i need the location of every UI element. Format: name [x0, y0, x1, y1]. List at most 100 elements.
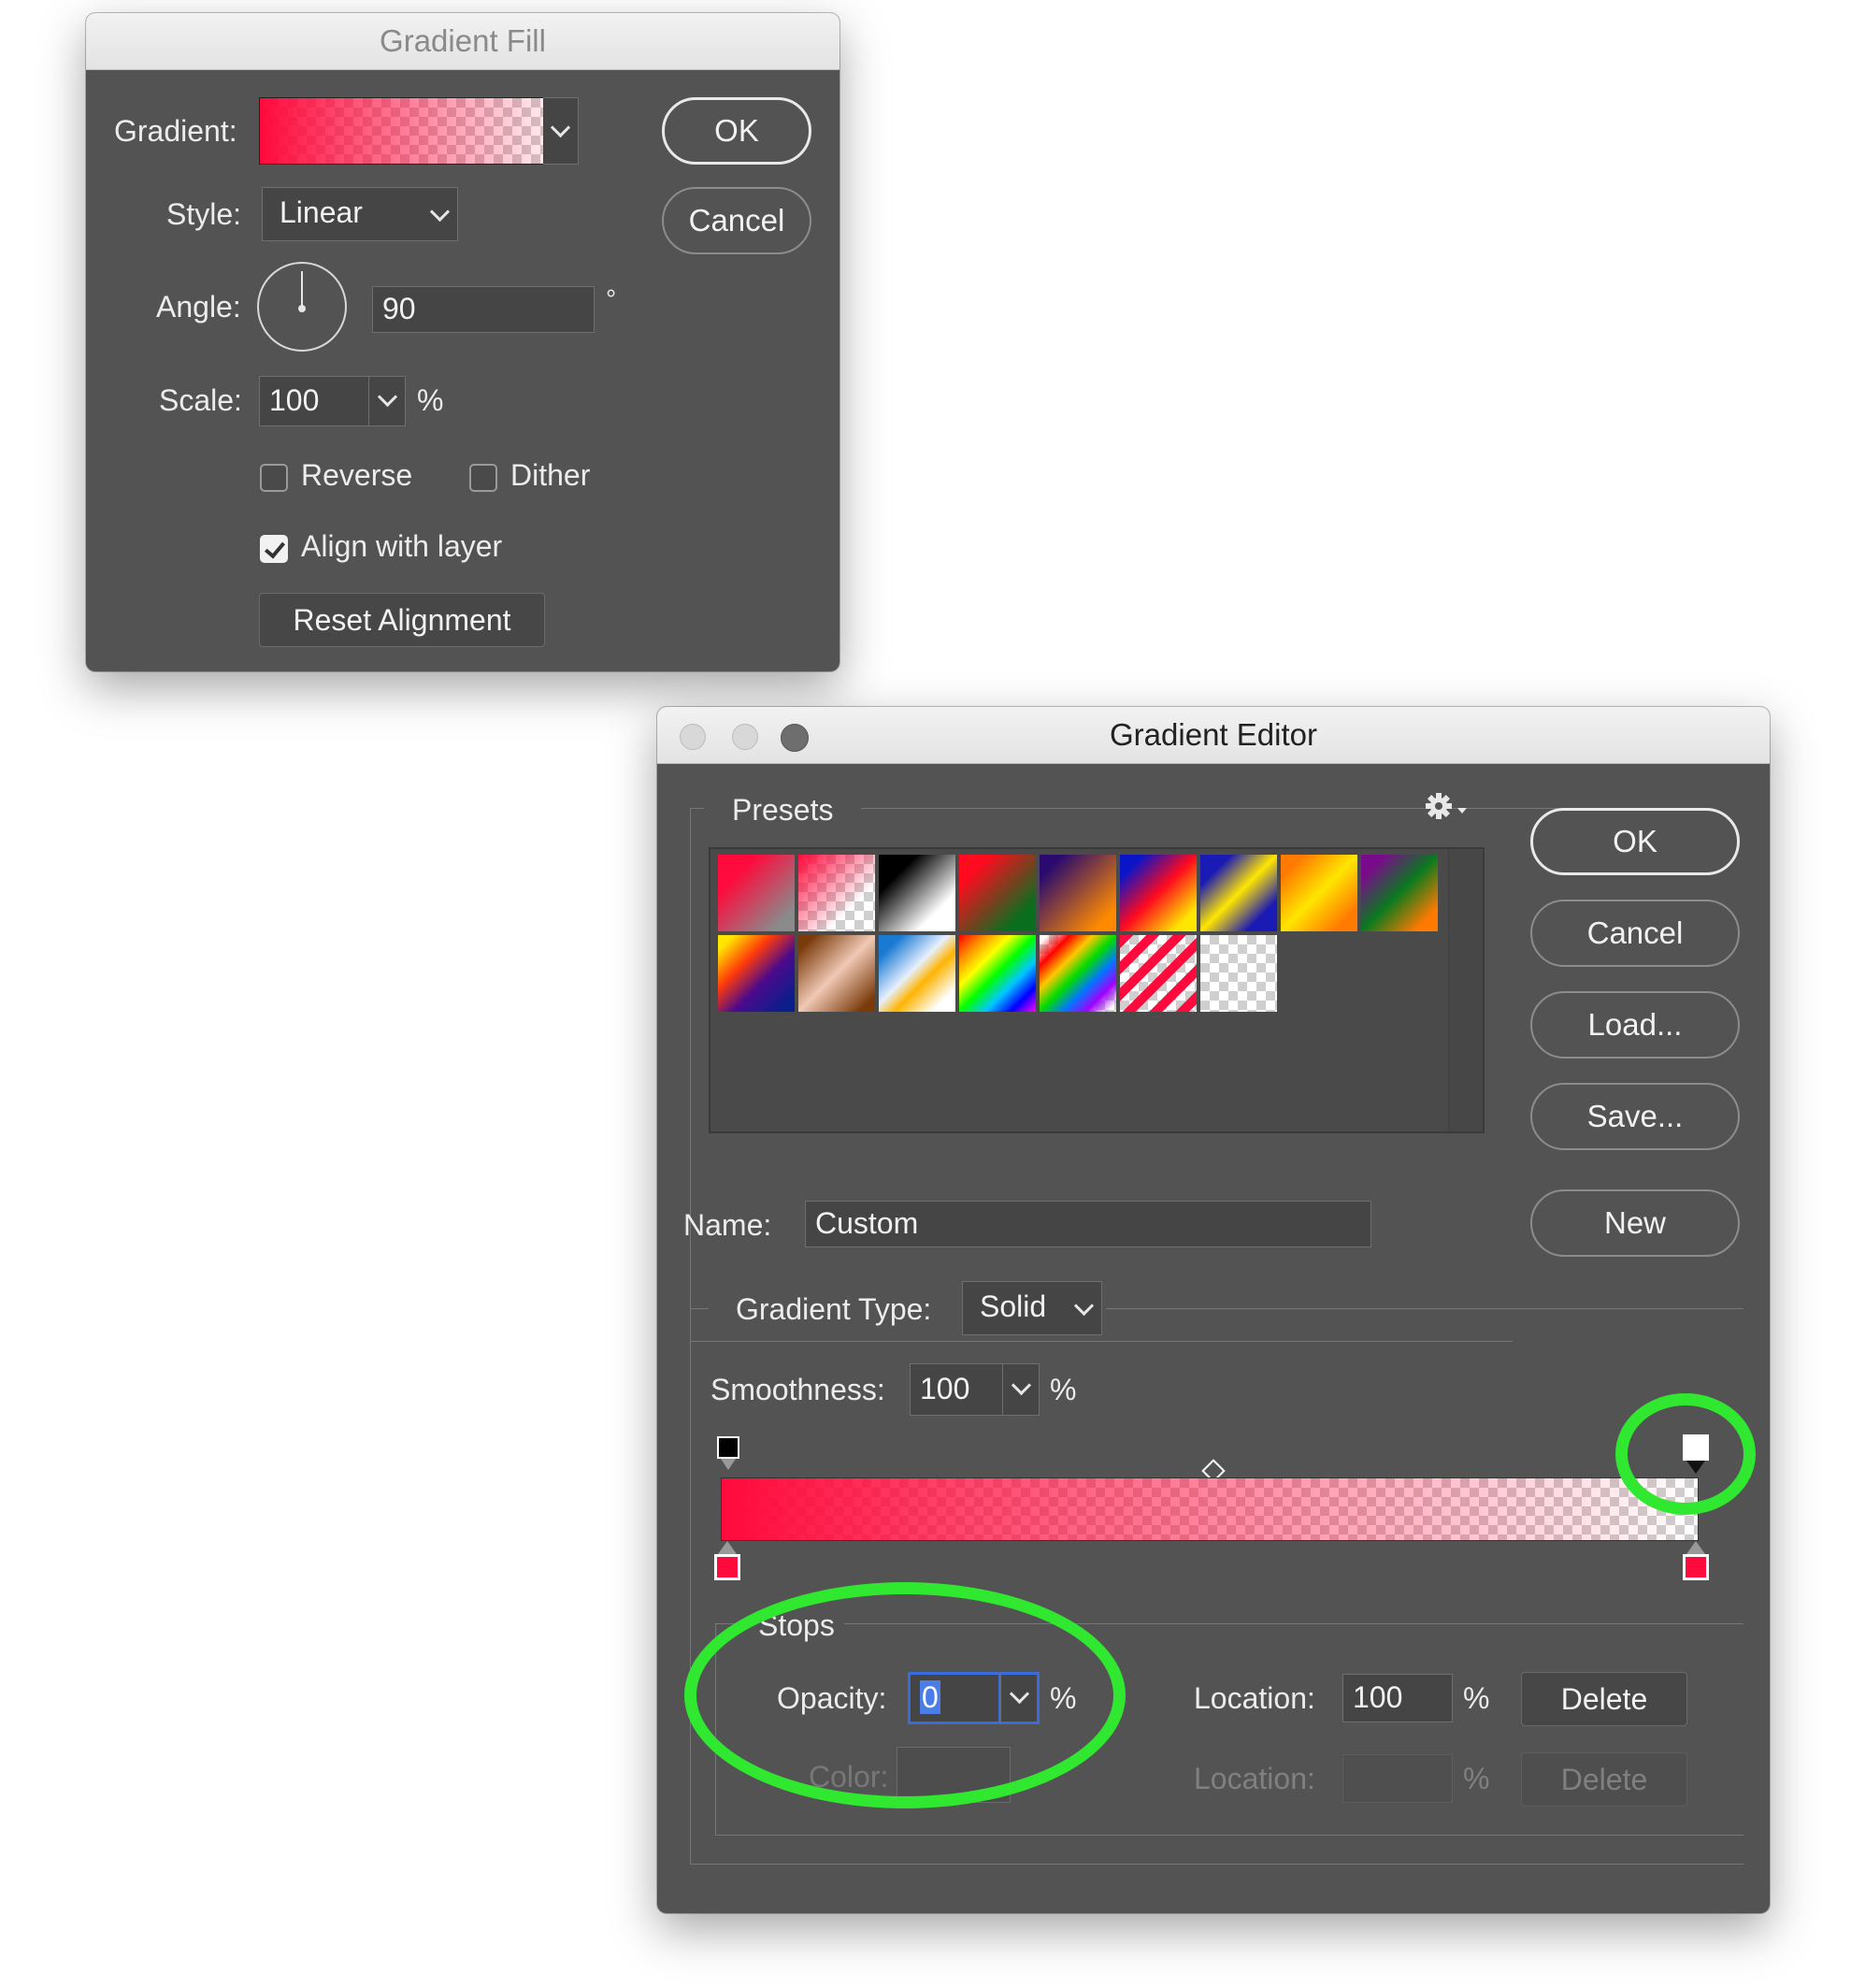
preset-swatch[interactable]	[798, 855, 875, 931]
preset-swatch[interactable]	[879, 935, 955, 1012]
gradient-picker-dropdown[interactable]	[543, 97, 579, 165]
opacity-stop-start[interactable]	[717, 1436, 739, 1474]
degree-symbol: °	[606, 284, 617, 313]
gradient-bar[interactable]	[721, 1477, 1699, 1541]
smoothness-input[interactable]: 100	[910, 1363, 1003, 1416]
gradient-editor-cancel-button[interactable]: Cancel	[1530, 900, 1740, 967]
name-input[interactable]: Custom	[805, 1201, 1371, 1247]
gradient-type-group-border	[1106, 1308, 1743, 1309]
location-label: Location:	[1194, 1681, 1315, 1715]
gradient-editor-save-button[interactable]: Save...	[1530, 1083, 1740, 1150]
gradient-editor-load-button[interactable]: Load...	[1530, 991, 1740, 1059]
preset-swatch[interactable]	[879, 855, 955, 931]
gradient-fill-cancel-button[interactable]: Cancel	[662, 187, 811, 254]
gradient-fill-title: Gradient Fill	[86, 13, 839, 70]
scale-input[interactable]: 100	[259, 376, 369, 426]
opacity-delete-button[interactable]: Delete	[1521, 1672, 1687, 1726]
color-stop-end[interactable]	[1683, 1541, 1709, 1584]
gradient-type-group-border	[690, 1864, 1743, 1865]
color-swatch-field	[897, 1747, 1011, 1803]
reset-alignment-button[interactable]: Reset Alignment	[259, 593, 545, 647]
opacity-stop-end[interactable]	[1683, 1434, 1709, 1476]
presets-group-border	[861, 808, 1628, 809]
gradient-editor-new-button[interactable]: New	[1530, 1189, 1740, 1257]
preset-swatch[interactable]	[1120, 935, 1197, 1012]
gradient-preview[interactable]	[259, 97, 573, 165]
gradient-type-group-border	[690, 1308, 691, 1864]
location-percent: %	[1463, 1681, 1490, 1715]
preset-swatch[interactable]	[1040, 935, 1116, 1012]
gradient-editor-dialog: Gradient Editor Presets OK Cancel Load..…	[657, 707, 1770, 1913]
presets-group-border	[690, 1341, 1513, 1342]
gradient-type-value: Solid	[980, 1289, 1047, 1323]
gradient-fill-ok-button[interactable]: OK	[662, 97, 811, 165]
gradient-editor-ok-button[interactable]: OK	[1530, 808, 1740, 875]
gradient-label: Gradient:	[114, 114, 237, 148]
preset-swatch[interactable]	[959, 855, 1036, 931]
presets-group-border	[690, 808, 691, 1341]
preset-swatch[interactable]	[1200, 935, 1277, 1012]
presets-gear-menu[interactable]	[1424, 791, 1471, 825]
color-delete-button: Delete	[1521, 1752, 1687, 1807]
presets-scrollbar[interactable]	[1448, 849, 1483, 1131]
chevron-down-icon	[429, 201, 451, 223]
reverse-label: Reverse	[301, 458, 413, 492]
dither-label: Dither	[510, 458, 591, 492]
gradient-editor-title: Gradient Editor	[1110, 717, 1317, 752]
preset-swatch[interactable]	[718, 935, 795, 1012]
stops-group-border	[844, 1623, 1743, 1624]
dither-checkbox[interactable]	[469, 464, 497, 492]
preset-swatch[interactable]	[1361, 855, 1438, 931]
stops-label: Stops	[758, 1608, 835, 1642]
color-stop-start[interactable]	[714, 1541, 740, 1584]
chevron-down-icon	[550, 117, 571, 138]
chevron-down-icon	[377, 386, 398, 408]
reverse-checkbox[interactable]	[260, 464, 288, 492]
preset-swatch[interactable]	[959, 935, 1036, 1012]
stops-group-border	[715, 1623, 716, 1835]
style-value: Linear	[280, 195, 363, 229]
angle-label: Angle:	[156, 290, 241, 324]
angle-input[interactable]: 90	[372, 286, 595, 333]
presets-grid	[709, 847, 1485, 1133]
location-input[interactable]: 100	[1342, 1674, 1453, 1722]
chevron-down-icon	[1457, 808, 1467, 814]
gradient-type-label: Gradient Type:	[736, 1292, 932, 1326]
chevron-down-icon	[1009, 1683, 1030, 1705]
style-label: Style:	[166, 197, 242, 231]
gear-icon	[1426, 793, 1452, 819]
smoothness-dropdown[interactable]	[1002, 1363, 1040, 1416]
align-with-layer-checkbox[interactable]	[260, 535, 288, 563]
name-label: Name:	[683, 1208, 772, 1242]
presets-label: Presets	[732, 793, 834, 827]
preset-swatch[interactable]	[1120, 855, 1197, 931]
preset-swatch[interactable]	[798, 935, 875, 1012]
color-location-label: Location:	[1194, 1762, 1315, 1795]
opacity-dropdown[interactable]	[1000, 1672, 1040, 1724]
align-with-layer-label: Align with layer	[301, 529, 503, 563]
opacity-input[interactable]: 0	[908, 1672, 1001, 1724]
preset-swatch[interactable]	[718, 855, 795, 931]
minimize-window-button[interactable]	[732, 724, 758, 750]
scale-label: Scale:	[159, 383, 242, 417]
scale-dropdown[interactable]	[368, 376, 406, 426]
preset-swatch[interactable]	[1281, 855, 1357, 931]
scale-percent: %	[417, 383, 444, 417]
checkmark-icon	[264, 537, 286, 559]
style-select[interactable]: Linear	[262, 187, 458, 241]
stops-group-border	[715, 1835, 1743, 1836]
smoothness-percent: %	[1050, 1373, 1077, 1406]
gradient-fill-dialog: Gradient Fill Gradient: Style: Linear An…	[86, 13, 839, 671]
smoothness-label: Smoothness:	[710, 1373, 885, 1406]
zoom-window-button[interactable]	[781, 724, 809, 752]
angle-dial-icon[interactable]	[257, 262, 347, 352]
close-window-button[interactable]	[680, 724, 706, 750]
color-location-percent: %	[1463, 1762, 1490, 1795]
chevron-down-icon	[1073, 1295, 1095, 1317]
gradient-type-select[interactable]: Solid	[962, 1281, 1102, 1335]
preset-swatch[interactable]	[1040, 855, 1116, 931]
opacity-percent: %	[1050, 1681, 1077, 1715]
preset-swatch[interactable]	[1200, 855, 1277, 931]
presets-group-border	[690, 808, 704, 809]
stops-group-border	[715, 1623, 734, 1624]
